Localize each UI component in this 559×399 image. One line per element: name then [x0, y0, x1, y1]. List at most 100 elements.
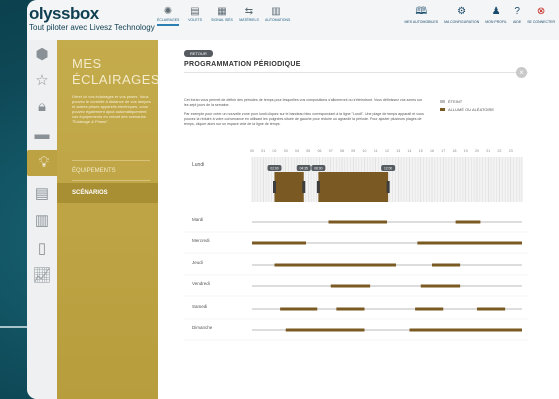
day-time-block[interactable] — [252, 241, 306, 245]
day-time-block[interactable] — [330, 284, 371, 288]
day-track[interactable] — [252, 285, 522, 287]
panel-title-line1: MES — [72, 56, 102, 71]
hour-tick-label: 16 — [430, 149, 434, 153]
time-handle-label: 06:00 — [314, 167, 322, 171]
hour-tick-label: 20 — [475, 149, 479, 153]
nav-volets[interactable]: ▤ VOLETS — [184, 6, 206, 26]
lightbulb-icon: ✺ — [163, 6, 173, 17]
signal-icon: ▦ — [217, 6, 227, 17]
hour-tick-label: 02 — [273, 149, 277, 153]
day-label: Jeudi — [192, 260, 203, 265]
day-label: Mardi — [192, 217, 203, 222]
hour-tick-label: 12 — [385, 149, 389, 153]
hour-tick-label: 04 — [295, 149, 299, 153]
day-time-block[interactable] — [420, 284, 461, 288]
resize-handle[interactable] — [273, 181, 276, 193]
hour-tick-label: 07 — [329, 149, 333, 153]
nav-ma-configuration[interactable]: ⚙ MA CONFIGURATION — [444, 6, 479, 24]
book-icon: 🕮 — [415, 6, 428, 17]
hour-tick-label: 14 — [408, 149, 412, 153]
resize-handle[interactable] — [386, 181, 390, 193]
automation-icon: ▥ — [271, 6, 281, 17]
day-time-block[interactable] — [280, 307, 318, 311]
day-time-block[interactable] — [285, 328, 365, 332]
nav-aide[interactable]: ? AIDE — [513, 6, 521, 24]
nav-mon-profil[interactable]: ♟ MON PROFIL — [485, 6, 507, 24]
category-sidebar: ⬢ ☆ 🔒︎ ▬ 💡︎ ▤ ▥ ▯ 📈︎ — [27, 40, 61, 399]
day-time-block[interactable] — [336, 307, 365, 311]
day-time-block[interactable] — [455, 220, 481, 224]
cube-icon[interactable]: ⬢ — [31, 44, 53, 66]
time-handle-label: 12:00 — [384, 167, 392, 171]
day-time-block[interactable] — [328, 220, 388, 224]
day-time-block[interactable] — [417, 241, 522, 245]
hour-tick-label: 23 — [509, 149, 513, 153]
hour-tick-label: 18 — [453, 149, 457, 153]
nav-signalises[interactable]: ▦ SIGNAL ISÉS — [211, 6, 233, 26]
day-label: Samedi — [192, 304, 207, 309]
hour-tick-label: 13 — [396, 149, 400, 153]
panel-nav-scenarios[interactable]: SCÉNARIOS — [57, 183, 166, 203]
time-handle-label: 04:35 — [300, 167, 308, 171]
main-navigation: ✺ ÉCLAIRAGES ▤ VOLETS ▦ SIGNAL ISÉS ⇆ MATÉRI… — [157, 6, 290, 26]
hour-tick-label: 01 — [261, 149, 265, 153]
day-time-block[interactable] — [477, 307, 506, 311]
nav-automations[interactable]: ▥ AUTOMATIONS — [265, 6, 290, 26]
day-time-block[interactable] — [409, 328, 523, 332]
account-navigation: 🕮 MES AUTOMOBILES ⚙ MA CONFIGURATION ♟ MON … — [405, 6, 556, 24]
day-label: Mercredi — [192, 238, 210, 243]
hour-tick-label: 09 — [351, 149, 355, 153]
resize-handle[interactable] — [302, 181, 306, 193]
panel-title-line2: ÉCLAIRAGES — [72, 72, 161, 87]
lock-icon[interactable]: 🔒︎ — [31, 96, 53, 118]
hour-tick-label: 00 — [250, 149, 254, 153]
day-label: Vendredi — [192, 281, 210, 286]
top-bar: olyssbox Tout piloter avec Livesz Techno… — [27, 0, 559, 41]
power-icon: ⊗ — [536, 6, 546, 17]
hour-tick-label: 21 — [486, 149, 490, 153]
day-time-block[interactable] — [432, 263, 461, 267]
devices-icon: ⇆ — [244, 6, 254, 17]
hour-tick-label: 08 — [340, 149, 344, 153]
lundi-time-block[interactable] — [318, 172, 389, 202]
lightbulb-icon[interactable]: 💡︎ — [27, 150, 61, 176]
graph-icon[interactable]: 📈︎ — [31, 265, 53, 287]
nav-eclairages[interactable]: ✺ ÉCLAIRAGES — [157, 6, 179, 26]
hour-tick-label: 03 — [284, 149, 288, 153]
day-label: Dimanche — [192, 325, 213, 330]
panel-description: Gérer ici vos éclairages et vos prises. … — [72, 94, 151, 124]
logo[interactable]: olyssbox — [29, 4, 99, 24]
battery-icon[interactable]: ▯ — [31, 238, 53, 260]
day-time-block[interactable] — [415, 307, 444, 311]
divider — [72, 180, 150, 181]
hour-tick-label: 06 — [318, 149, 322, 153]
day-label-lundi: Lundi — [192, 162, 204, 168]
shutter-icon: ▤ — [190, 6, 200, 17]
divider — [72, 160, 150, 161]
resize-handle[interactable] — [316, 181, 320, 193]
time-handle-label: 02:00 — [270, 167, 278, 171]
nav-se-connecter[interactable]: ⊗ SE CONNECTER — [527, 6, 555, 24]
day-time-block[interactable] — [274, 263, 397, 267]
hour-tick-label: 19 — [464, 149, 468, 153]
tagline: Tout piloter avec Livesz Technology — [29, 23, 155, 32]
hour-tick-label: 17 — [441, 149, 445, 153]
help-icon: ? — [514, 6, 520, 17]
shutter-icon[interactable]: ▥ — [31, 210, 53, 232]
lundi-time-block[interactable] — [274, 172, 304, 202]
star-icon[interactable]: ☆ — [31, 70, 53, 92]
blinds-icon[interactable]: ▤ — [31, 183, 53, 205]
nav-mes-automobiles[interactable]: 🕮 MES AUTOMOBILES — [405, 6, 439, 24]
category-panel: MES ÉCLAIRAGES Gérer ici vos éclairages … — [57, 40, 166, 399]
nav-materiels[interactable]: ⇆ MATÉRIELS — [238, 6, 260, 26]
camera-icon[interactable]: ▬ — [31, 124, 53, 146]
main-content: RETOUR PROGRAMMATION PÉRIODIQUE × Cet éc… — [158, 40, 559, 399]
hour-tick-label: 15 — [419, 149, 423, 153]
config-icon: ⚙ — [457, 6, 467, 17]
hour-tick-label: 05 — [306, 149, 310, 153]
weekly-schedule[interactable]: 00 01 02 03 04 05 06 07 08 09 10 11 12 13 14 15 16 17 18 19… — [158, 40, 559, 399]
hour-tick-label: 22 — [498, 149, 502, 153]
app-window: olyssbox Tout piloter avec Livesz Techno… — [27, 0, 559, 399]
panel-nav-equipements[interactable]: ÉQUIPEMENTS — [72, 168, 116, 174]
hour-tick-label: 10 — [363, 149, 367, 153]
